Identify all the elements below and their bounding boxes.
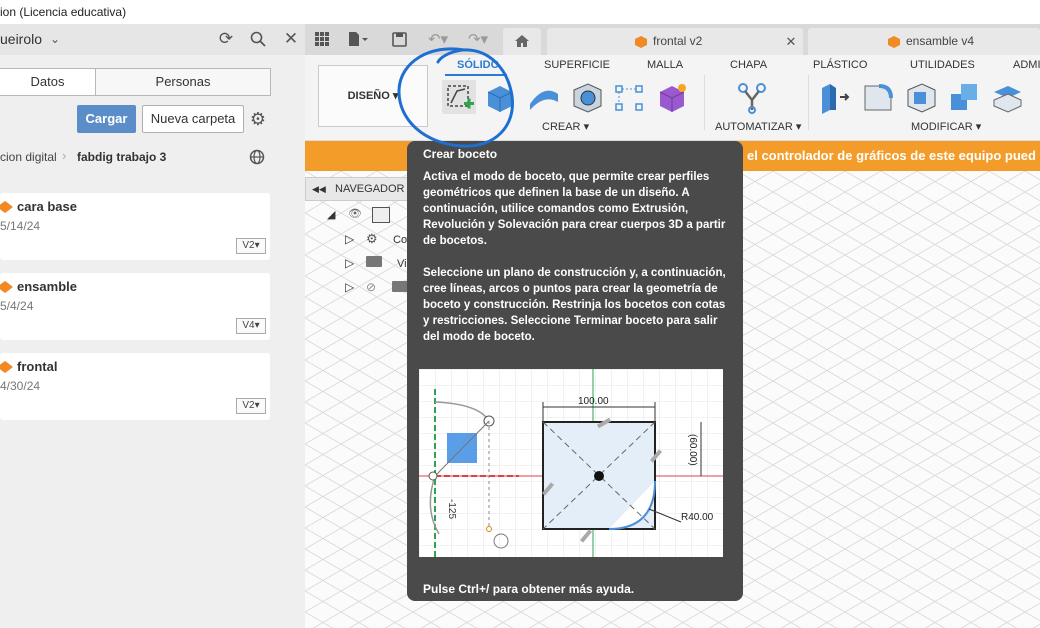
tooltip-illustration: -125 100.00 (60.00) R40.00 [419, 369, 723, 557]
tab-plastico[interactable]: PLÁSTICO [813, 59, 867, 71]
version-dropdown[interactable]: V2▾ [236, 238, 266, 254]
tooltip-help-hint: Pulse Ctrl+/ para obtener más ayuda. [423, 582, 635, 596]
height-dimension: (60.00) [687, 434, 698, 466]
doc-tab-label: frontal v2 [653, 34, 703, 48]
component-icon [0, 280, 14, 294]
annotation-circle [397, 47, 514, 148]
modify-group-menu[interactable]: MODIFICAR ▾ [911, 120, 981, 133]
fillet-icon[interactable] [861, 80, 895, 114]
file-card[interactable]: frontal 4/30/24 V2▾ [0, 353, 270, 420]
create-group-menu[interactable]: CREAR ▾ [542, 120, 589, 133]
width-dimension: 100.00 [578, 396, 609, 407]
hole-icon[interactable] [570, 80, 604, 114]
project-name[interactable]: ueirolo [0, 31, 42, 47]
file-date: 5/4/24 [0, 299, 34, 313]
file-card[interactable]: cara base 5/14/24 V2▾ [0, 193, 270, 260]
combine-icon[interactable] [947, 80, 981, 114]
sketch-points-icon[interactable] [612, 80, 646, 114]
create-group-label: CREAR [542, 121, 581, 133]
expand-arrow-icon[interactable]: ▷ [345, 256, 354, 270]
data-panel: Datos Personas Cargar Nueva carpeta ⚙ ci… [0, 55, 305, 628]
form-icon[interactable] [655, 80, 689, 114]
close-icon[interactable]: ✕ [281, 29, 301, 49]
offset-face-icon[interactable] [990, 80, 1024, 114]
tab-malla[interactable]: MALLA [647, 59, 683, 71]
create-sketch-tooltip: Crear boceto Activa el modo de boceto, q… [407, 141, 743, 601]
file-name: frontal [17, 359, 58, 374]
collapse-icon[interactable]: ◀◀ [312, 178, 326, 200]
expand-arrow-icon[interactable]: ▷ [345, 280, 354, 294]
tab-datos[interactable]: Datos [0, 68, 97, 96]
breadcrumb-parent[interactable]: cion digital [0, 150, 57, 164]
file-date: 4/30/24 [0, 379, 41, 393]
revolve-icon[interactable] [527, 80, 561, 114]
automate-icon[interactable] [735, 80, 769, 114]
expand-triangle-icon[interactable]: ◢ [327, 208, 335, 221]
eye-icon[interactable]: 👁 [348, 207, 362, 220]
project-header: ueirolo ⌄ ⟳ ✕ [0, 24, 305, 56]
gear-icon[interactable]: ⚙ [248, 109, 268, 129]
component-icon [0, 360, 14, 374]
folder-icon [366, 256, 382, 267]
document-node-icon [372, 207, 390, 223]
version-label: V2 [242, 240, 255, 251]
file-menu-icon[interactable] [345, 29, 371, 49]
version-label: V4 [242, 320, 255, 331]
search-icon[interactable] [248, 29, 268, 49]
shell-icon[interactable] [904, 80, 938, 114]
modify-group-label: MODIFICAR [911, 121, 973, 133]
banner-text: el controlador de gráficos de este equip… [747, 148, 1036, 163]
tooltip-description: Activa el modo de boceto, que permite cr… [423, 171, 726, 247]
file-date: 5/14/24 [0, 219, 41, 233]
globe-icon[interactable] [248, 148, 266, 166]
expand-arrow-icon[interactable]: ▷ [345, 232, 354, 246]
file-name: ensamble [17, 279, 77, 294]
automate-group-label: AUTOMATIZAR [715, 121, 793, 133]
tab-chapa[interactable]: CHAPA [730, 59, 767, 71]
folder-icon [392, 281, 408, 292]
tooltip-instructions: Seleccione un plano de construcción y, a… [423, 267, 726, 343]
group-divider [704, 75, 705, 130]
refresh-icon[interactable]: ⟳ [216, 29, 236, 49]
file-card[interactable]: ensamble 5/4/24 V4▾ [0, 273, 270, 340]
version-dropdown[interactable]: V4▾ [236, 318, 266, 334]
tab-superficie[interactable]: SUPERFICIE [544, 59, 610, 71]
group-divider [808, 75, 809, 130]
component-icon [0, 200, 14, 214]
automate-group-menu[interactable]: AUTOMATIZAR ▾ [715, 120, 801, 133]
grid-apps-icon[interactable] [313, 30, 331, 48]
radius-dimension: R40.00 [681, 512, 714, 523]
window-title: ion (Licencia educativa) [0, 5, 127, 19]
tree-item-label[interactable]: Co [393, 234, 407, 246]
tab-personas[interactable]: Personas [95, 68, 271, 96]
tab-admin[interactable]: ADMI [1013, 59, 1040, 71]
browser-navigator-header[interactable]: ◀◀ NAVEGADOR [305, 177, 410, 201]
settings-node-icon: ⚙ [366, 231, 378, 246]
tab-utilidades[interactable]: UTILIDADES [910, 59, 975, 71]
hidden-eye-icon[interactable]: ⊘ [366, 280, 376, 294]
upload-button[interactable]: Cargar [77, 105, 136, 133]
file-name: cara base [17, 199, 77, 214]
angle-dimension: -125 [446, 499, 457, 519]
navigator-label: NAVEGADOR [335, 183, 405, 195]
breadcrumb-separator-icon: › [62, 148, 67, 163]
version-dropdown[interactable]: V2▾ [236, 398, 266, 414]
breadcrumb-current: fabdig trabajo 3 [77, 150, 167, 164]
window-title-bar: ion (Licencia educativa) [0, 0, 1040, 24]
workspace-label: DISEÑO [347, 90, 390, 102]
doc-tab-label: ensamble v4 [906, 34, 975, 48]
component-icon [635, 36, 647, 48]
doc-tab-frontal[interactable]: frontal v2 ✕ [547, 28, 803, 55]
close-tab-icon[interactable]: ✕ [783, 33, 799, 49]
doc-tab-ensamble[interactable]: ensamble v4 [808, 28, 1040, 55]
tree-item-label[interactable]: Vi [397, 258, 407, 270]
press-pull-icon[interactable] [818, 80, 852, 114]
component-icon [888, 36, 900, 48]
new-folder-button[interactable]: Nueva carpeta [142, 105, 244, 133]
chevron-down-icon[interactable]: ⌄ [48, 30, 62, 48]
version-label: V2 [242, 400, 255, 411]
